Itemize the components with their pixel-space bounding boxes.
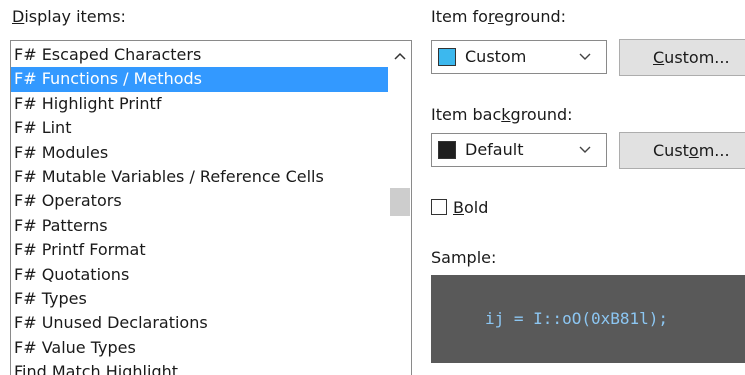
bold-checkbox[interactable] xyxy=(431,199,447,215)
sample-preview: ij = I::oO(0xB81l); xyxy=(431,275,745,363)
display-items-list: F# Escaped Characters F# Functions / Met… xyxy=(11,43,388,375)
display-items-listbox[interactable]: F# Escaped Characters F# Functions / Met… xyxy=(10,40,412,375)
foreground-custom-button-label: ustom... xyxy=(664,48,730,67)
list-item[interactable]: F# Value Types xyxy=(11,336,388,360)
chevron-down-icon xyxy=(579,53,591,60)
scrollbar-thumb[interactable] xyxy=(390,188,410,216)
list-item[interactable]: F# Quotations xyxy=(11,263,388,287)
background-color-select[interactable]: Default xyxy=(431,133,607,167)
list-item[interactable]: F# Lint xyxy=(11,116,388,140)
bold-label: Bold xyxy=(453,198,489,217)
list-item[interactable]: F# Patterns xyxy=(11,214,388,238)
list-item[interactable]: F# Operators xyxy=(11,189,388,213)
background-custom-button[interactable]: Custom... xyxy=(619,132,745,169)
background-color-swatch xyxy=(438,141,456,159)
list-item[interactable]: F# Types xyxy=(11,287,388,311)
sample-code-text: ij = I::oO(0xB81l); xyxy=(485,309,669,328)
list-item[interactable]: Find Match Highlight xyxy=(11,360,388,375)
list-item[interactable]: F# Modules xyxy=(11,141,388,165)
list-item[interactable]: F# Unused Declarations xyxy=(11,311,388,335)
list-item[interactable]: F# Mutable Variables / Reference Cells xyxy=(11,165,388,189)
background-color-value: Default xyxy=(465,140,524,159)
vertical-scrollbar[interactable] xyxy=(389,41,411,375)
foreground-custom-button[interactable]: Custom... xyxy=(619,39,745,76)
chevron-down-icon xyxy=(579,146,591,153)
list-item[interactable]: F# Highlight Printf xyxy=(11,92,388,116)
background-custom-button-label: Custom... xyxy=(653,141,730,160)
foreground-color-select[interactable]: Custom xyxy=(431,40,607,74)
list-item[interactable]: F# Printf Format xyxy=(11,238,388,262)
display-items-label: Display items: xyxy=(12,7,126,26)
sample-label: Sample: xyxy=(431,248,497,267)
list-item[interactable]: F# Escaped Characters xyxy=(11,43,388,67)
scroll-up-arrow-icon[interactable] xyxy=(389,47,411,65)
foreground-color-value: Custom xyxy=(465,47,527,66)
item-background-label: Item background: xyxy=(431,105,573,124)
list-item-selected[interactable]: F# Functions / Methods xyxy=(11,67,388,92)
item-foreground-label: Item foreground: xyxy=(431,7,567,26)
foreground-color-swatch xyxy=(438,48,456,66)
